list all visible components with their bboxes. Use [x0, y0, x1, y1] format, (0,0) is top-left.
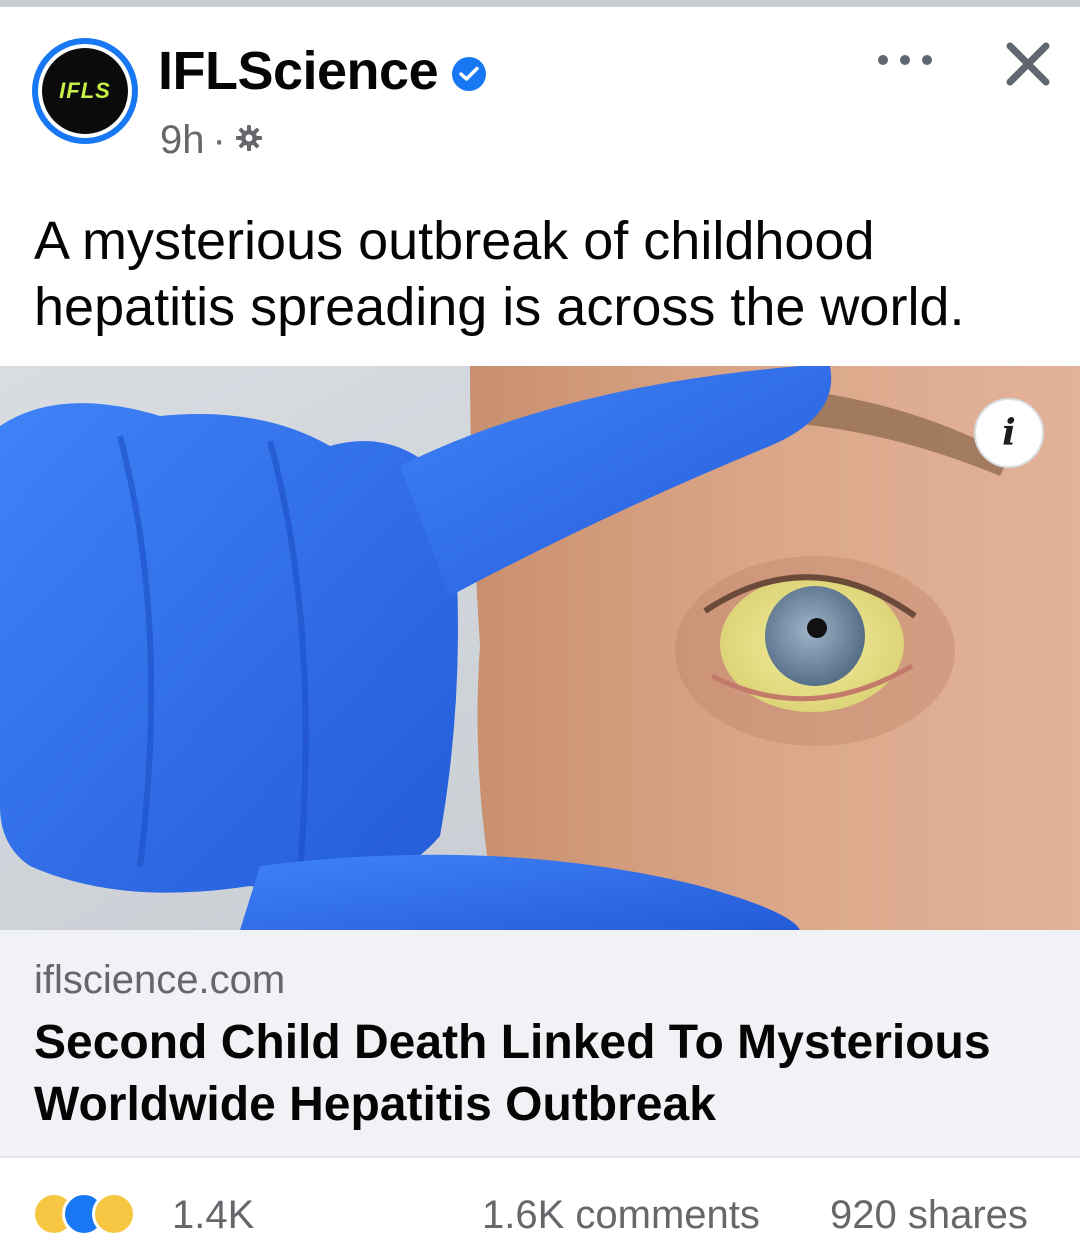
avatar-logo-text: IFLS [59, 78, 111, 103]
post-meta: 9h · [160, 116, 264, 164]
more-options-icon[interactable] [878, 40, 932, 80]
footer-divider [0, 1156, 1080, 1158]
close-icon[interactable] [1000, 36, 1056, 92]
reaction-count[interactable]: 1.4K [172, 1190, 254, 1240]
verified-badge-icon [452, 57, 487, 91]
post-time[interactable]: 9h [160, 118, 205, 163]
share-count[interactable]: 920 shares [830, 1190, 1028, 1240]
avatar-ring: IFLS [38, 44, 132, 138]
info-icon[interactable]: i [974, 398, 1044, 468]
page-avatar[interactable]: IFLS [32, 38, 138, 144]
post-image[interactable] [0, 366, 1080, 930]
reaction-icons[interactable] [32, 1192, 162, 1236]
page-name[interactable]: IFLScience [158, 40, 439, 102]
top-divider [0, 0, 1080, 7]
sad-reaction-icon [92, 1192, 136, 1236]
comment-count[interactable]: 1.6K comments [482, 1190, 760, 1240]
link-domain: iflscience.com [34, 958, 286, 1002]
avatar-logo: IFLS [42, 48, 128, 134]
page-name-row: IFLScience [158, 40, 487, 102]
meta-separator: · [212, 117, 226, 162]
settings-gear-icon[interactable] [234, 118, 264, 163]
post-text: A mysterious outbreak of childhood hepat… [34, 211, 965, 337]
link-title[interactable]: Second Child Death Linked To Mysterious … [34, 1012, 1054, 1136]
